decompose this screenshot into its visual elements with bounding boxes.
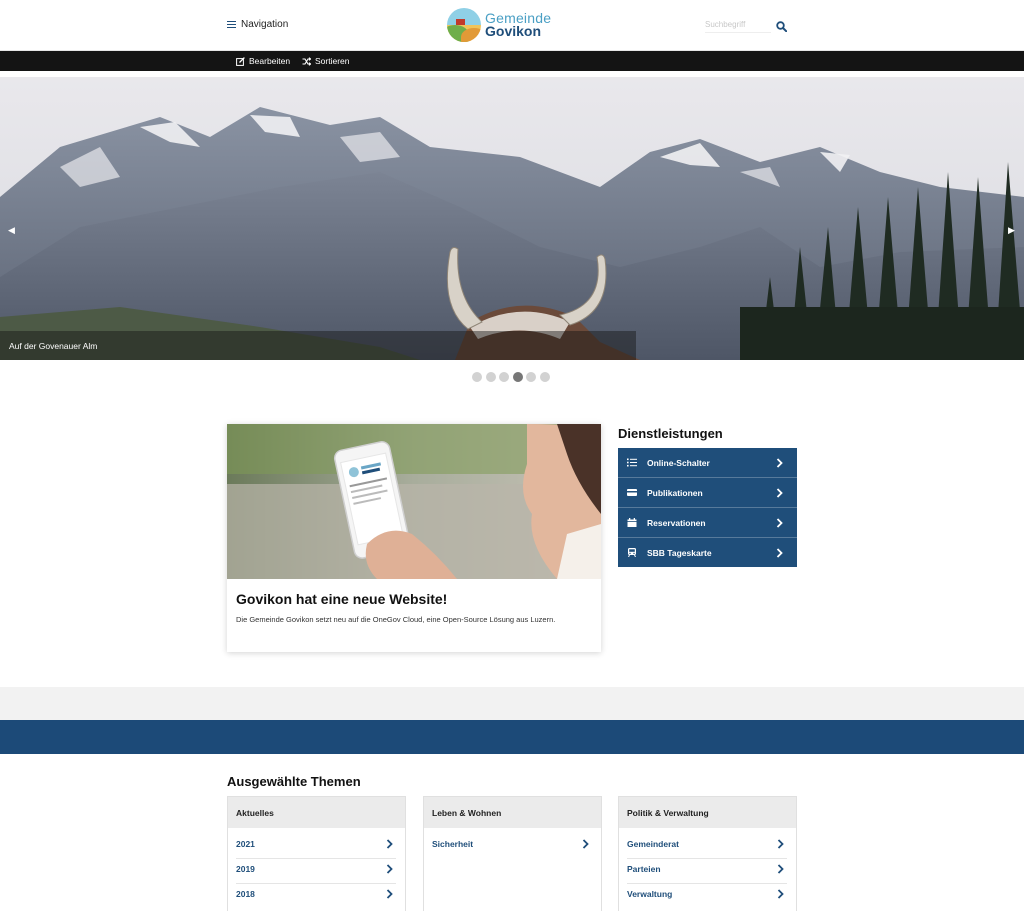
slider-dot[interactable] <box>472 372 482 382</box>
chevron-right-icon <box>386 864 393 874</box>
service-publikationen[interactable]: Publikationen <box>618 478 797 508</box>
search-icon <box>776 21 788 33</box>
topic-column-header: Leben & Wohnen <box>424 797 601 828</box>
slide-caption: Auf der Govenauer Alm <box>9 341 98 351</box>
chevron-right-icon <box>777 889 784 899</box>
topic-column-title: Leben & Wohnen <box>432 808 502 818</box>
service-label: Reservationen <box>647 517 706 528</box>
sort-label: Sortieren <box>315 56 350 66</box>
search-button[interactable] <box>776 19 788 33</box>
topic-link[interactable]: Gemeinderat <box>627 834 787 859</box>
topics-heading: Ausgewählte Themen <box>227 774 361 789</box>
search-input[interactable] <box>705 17 771 33</box>
service-label: SBB Tageskarte <box>647 548 712 558</box>
topic-link-label: 2021 <box>236 839 255 849</box>
topic-link[interactable]: 2019 <box>236 859 396 884</box>
topic-column-title: Aktuelles <box>236 808 274 818</box>
service-sbb-tageskarte[interactable]: SBB Tageskarte <box>618 538 797 568</box>
logo-line-2: Govikon <box>485 23 542 39</box>
chevron-right-icon <box>386 839 393 849</box>
slider-dot[interactable] <box>539 372 550 382</box>
chevron-right-icon <box>776 518 783 528</box>
site-header: Navigation Gemeinde Govikon <box>0 0 1024 51</box>
topic-link-label: Parteien <box>627 864 661 874</box>
slider-dot[interactable] <box>485 372 496 382</box>
topic-link[interactable]: 2021 <box>236 834 396 859</box>
topic-column-title: Politik & Verwaltung <box>627 808 709 818</box>
search-form <box>705 17 797 34</box>
train-icon <box>628 548 636 557</box>
slider-dot[interactable] <box>526 372 536 382</box>
chevron-right-icon <box>776 548 783 558</box>
service-label: Online-Schalter <box>647 457 710 468</box>
topic-column-aktuelles: Aktuelles 2021 2019 2018 <box>227 796 406 911</box>
logo-emblem-icon <box>447 8 481 42</box>
sort-button[interactable]: Sortieren <box>302 56 350 66</box>
chevron-right-icon <box>776 458 783 468</box>
slider-prev-button[interactable]: ◀ <box>8 225 15 236</box>
hamburger-icon <box>227 20 236 29</box>
slider-dot-active[interactable] <box>512 372 523 382</box>
chevron-right-icon <box>776 488 783 498</box>
topic-link-label: 2018 <box>236 889 255 899</box>
edit-icon <box>236 56 245 66</box>
service-reservationen[interactable]: Reservationen <box>618 508 797 538</box>
topic-link[interactable]: Parteien <box>627 859 787 884</box>
edit-bar: Bearbeiten Sortieren <box>0 51 1024 71</box>
news-card[interactable]: Govikon hat eine neue Website! Die Gemei… <box>227 424 601 652</box>
news-title: Govikon hat eine neue Website! <box>236 591 448 607</box>
chevron-right-icon <box>582 839 589 849</box>
topic-column-politik-verwaltung: Politik & Verwaltung Gemeinderat Parteie… <box>618 796 797 911</box>
topic-link[interactable]: Sicherheit <box>432 834 592 859</box>
topic-column-leben-wohnen: Leben & Wohnen Sicherheit <box>423 796 602 911</box>
chevron-right-icon <box>777 839 784 849</box>
edit-label: Bearbeiten <box>249 56 291 66</box>
news-text: Die Gemeinde Govikon setzt neu auf die O… <box>236 615 556 624</box>
services-heading: Dienstleistungen <box>618 426 723 441</box>
navigation-toggle[interactable]: Navigation <box>227 19 288 30</box>
list-icon <box>627 458 637 467</box>
slider-pagination <box>472 372 550 382</box>
topic-link-label: Sicherheit <box>432 839 474 849</box>
image-slider: ◀ ▶ Auf der Govenauer Alm <box>0 77 1024 360</box>
service-label: Publikationen <box>647 487 703 498</box>
edit-button[interactable]: Bearbeiten <box>236 56 290 66</box>
topic-link-label: Gemeinderat <box>627 839 679 849</box>
news-card-image <box>227 424 601 579</box>
topic-link[interactable]: Verwaltung <box>627 884 787 909</box>
credit-card-icon <box>627 489 637 496</box>
topic-link-label: Verwaltung <box>627 889 673 899</box>
site-logo[interactable]: Gemeinde Govikon <box>447 8 551 42</box>
shuffle-icon <box>302 56 311 66</box>
slider-next-button[interactable]: ▶ <box>1008 225 1015 236</box>
topic-column-header: Aktuelles <box>228 797 405 828</box>
calendar-icon <box>627 518 637 527</box>
navigation-label: Navigation <box>241 19 289 30</box>
service-online-schalter[interactable]: Online-Schalter <box>618 448 797 478</box>
blue-band <box>0 720 1024 754</box>
slider-dot[interactable] <box>499 372 509 382</box>
grey-band <box>0 687 1024 720</box>
services-panel: Online-Schalter Publikationen Reservatio… <box>618 448 797 567</box>
chevron-right-icon <box>777 864 784 874</box>
topic-column-header: Politik & Verwaltung <box>619 797 796 828</box>
chevron-right-icon <box>386 889 393 899</box>
topic-link-label: 2019 <box>236 864 255 874</box>
mountain-cow-photo <box>0 77 1024 360</box>
topic-link[interactable]: 2018 <box>236 884 396 909</box>
